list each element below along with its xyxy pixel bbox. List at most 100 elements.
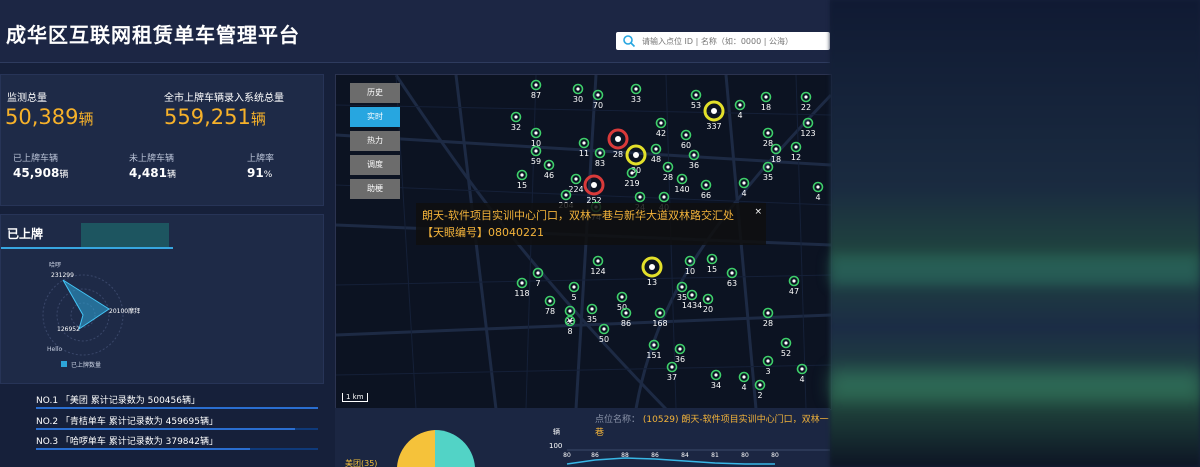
bike-marker[interactable]: 83 xyxy=(594,147,606,169)
map-btn-history[interactable]: 历史 xyxy=(350,83,400,103)
bike-marker-count: 168 xyxy=(652,319,667,328)
bike-marker-count: 7 xyxy=(535,279,540,288)
search-input[interactable] xyxy=(642,32,830,50)
bike-marker-count: 30 xyxy=(573,95,583,104)
bike-marker[interactable]: 42 xyxy=(655,117,667,139)
bike-marker[interactable]: 28 xyxy=(762,307,774,329)
ranking-bar-2 xyxy=(36,428,296,430)
bike-marker-count: 18 xyxy=(761,103,771,112)
bike-marker[interactable]: 20 xyxy=(702,293,714,315)
ranking-item-3: NO.3 「哈啰单车 累计记录数为 379842辆」 xyxy=(36,437,218,447)
bike-marker-count: 4 xyxy=(799,375,804,384)
bike-marker[interactable]: 28 xyxy=(662,161,674,183)
bike-marker[interactable]: 33 xyxy=(630,83,642,105)
bike-marker-count: 140 xyxy=(674,185,689,194)
map-btn-dispatch[interactable]: 调度 xyxy=(350,155,400,175)
bike-marker[interactable]: 35 xyxy=(676,281,688,303)
bike-marker[interactable]: 59 xyxy=(530,145,542,167)
bike-marker[interactable]: 28 xyxy=(607,128,629,159)
bike-marker[interactable]: 70 xyxy=(592,89,604,111)
bike-marker[interactable]: 5 xyxy=(568,281,580,303)
bike-marker-count: 8 xyxy=(567,327,572,336)
bike-marker[interactable]: 22 xyxy=(800,91,812,113)
bike-marker-count: 36 xyxy=(689,161,699,170)
rate-value: 91% xyxy=(247,166,273,180)
bike-marker[interactable]: 337 xyxy=(703,100,725,131)
bike-marker-count: 1434 xyxy=(682,301,702,310)
bike-marker-count: 12 xyxy=(791,153,801,162)
bottom-charts: 美团(35) 辆 100 80 86 88 86 84 81 80 80 xyxy=(345,427,830,467)
bike-marker-count: 20 xyxy=(703,305,713,314)
bike-marker[interactable]: 50 xyxy=(598,323,610,345)
bike-marker[interactable]: 37 xyxy=(666,361,678,383)
bike-marker-count: 2 xyxy=(757,391,762,400)
line-point-label: 80 xyxy=(741,452,749,459)
unregistered-value: 4,481辆 xyxy=(129,166,176,180)
bike-marker[interactable]: 123 xyxy=(800,117,816,139)
bike-marker[interactable]: 18 xyxy=(760,91,772,113)
bike-marker-count: 63 xyxy=(727,279,737,288)
bike-marker[interactable]: 18 xyxy=(770,143,782,165)
bike-marker[interactable]: 35 xyxy=(586,303,598,325)
bike-marker[interactable]: 15 xyxy=(706,253,718,275)
bike-marker-count: 47 xyxy=(789,287,799,296)
bike-marker[interactable]: 86 xyxy=(620,307,632,329)
registered-value: 45,908辆 xyxy=(13,166,69,180)
bike-marker[interactable]: 10 xyxy=(684,255,696,277)
bike-marker[interactable]: 87 xyxy=(530,79,542,101)
bike-marker[interactable]: 32 xyxy=(510,111,522,133)
search-box[interactable] xyxy=(616,32,830,50)
bike-marker[interactable]: 47 xyxy=(788,275,800,297)
bike-marker[interactable]: 15 xyxy=(516,169,528,191)
bike-marker[interactable]: 60 xyxy=(680,129,692,151)
monitor-total-value: 50,389辆 xyxy=(5,105,94,129)
tooltip-close-icon[interactable]: × xyxy=(754,204,762,221)
bike-marker[interactable]: 78 xyxy=(544,295,556,317)
bike-marker[interactable]: 10 xyxy=(530,127,542,149)
bike-marker[interactable]: 151 xyxy=(646,339,662,361)
bike-marker[interactable]: 140 xyxy=(674,173,690,195)
bike-marker[interactable]: 252 xyxy=(583,174,605,205)
bike-marker[interactable]: 66 xyxy=(700,179,712,201)
bike-marker[interactable]: 48 xyxy=(650,143,662,165)
line-point-label: 80 xyxy=(771,452,779,459)
bottom-panel: 点位名称： (10529) 朗天-软件项目实训中心门口，双林一巷 美团(35) … xyxy=(335,408,830,467)
bike-marker[interactable]: 11 xyxy=(578,137,590,159)
bike-marker[interactable]: 53 xyxy=(690,89,702,111)
bike-marker[interactable]: 4 xyxy=(738,371,750,393)
bike-marker[interactable]: 30 xyxy=(572,83,584,105)
bike-marker-count: 46 xyxy=(544,171,554,180)
ranking-item-1: NO.1 「美团 累计记录数为 500456辆」 xyxy=(36,396,200,406)
map-btn-assist[interactable]: 助梗 xyxy=(350,179,400,199)
bike-marker-count: 4 xyxy=(737,111,742,120)
ranking-list: NO.1 「美团 累计记录数为 500456辆」 NO.2 「青桔单车 累计记录… xyxy=(0,390,322,467)
bike-marker[interactable]: 224 xyxy=(568,173,584,195)
map-view[interactable]: 87 30 33 70 53 4 18 22 337 32 10 59 46 11 28 42 48 28 123 2… xyxy=(335,74,832,410)
map-btn-heat[interactable]: 热力 xyxy=(350,131,400,151)
bike-marker[interactable]: 2 xyxy=(754,379,766,401)
bike-marker[interactable]: 35 xyxy=(762,161,774,183)
bike-marker[interactable]: 4 xyxy=(734,99,746,121)
ranking-bar-1 xyxy=(36,407,318,409)
bike-marker[interactable]: 4 xyxy=(812,181,824,203)
bike-marker[interactable]: 52 xyxy=(780,337,792,359)
bike-marker[interactable]: 36 xyxy=(674,343,686,365)
line-point-label: 81 xyxy=(711,452,719,459)
bike-marker[interactable]: 63 xyxy=(726,267,738,289)
bike-marker[interactable]: 13 xyxy=(641,256,663,287)
bike-marker-count: 219 xyxy=(624,179,639,188)
bike-marker[interactable]: 36 xyxy=(688,149,700,171)
bike-marker[interactable]: 34 xyxy=(710,369,722,391)
radar-tab[interactable] xyxy=(81,223,169,247)
line-point-label: 86 xyxy=(591,452,599,459)
bike-marker-count: 87 xyxy=(531,91,541,100)
bike-marker-count: 33 xyxy=(631,95,641,104)
bike-marker-count: 59 xyxy=(531,157,541,166)
bike-marker-count: 37 xyxy=(667,373,677,382)
bike-marker[interactable]: 46 xyxy=(543,159,555,181)
bike-marker[interactable]: 124 xyxy=(590,255,606,277)
bike-marker[interactable]: 12 xyxy=(790,141,802,163)
bike-marker-count: 28 xyxy=(763,319,773,328)
map-btn-realtime[interactable]: 实时 xyxy=(350,107,400,127)
bike-marker[interactable]: 28 xyxy=(762,127,774,149)
